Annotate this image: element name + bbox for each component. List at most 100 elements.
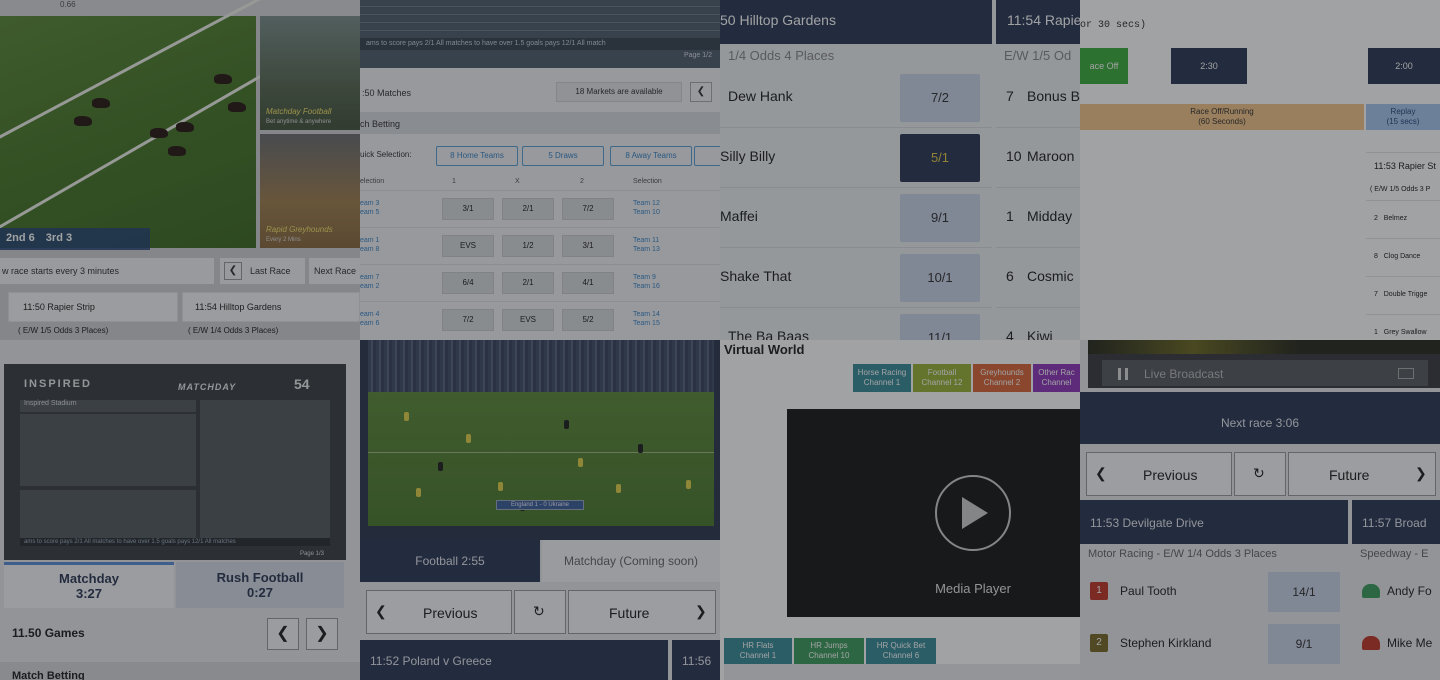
previous-button[interactable]: ❮ Previous [366,590,512,634]
col-header: 2 [580,178,584,185]
race-video[interactable]: 2nd 6 3rd 3 [0,0,273,250]
refresh-icon: ↻ [533,603,545,619]
runner-name: Dew Hank [728,88,793,104]
runner-row: Maffei 9/1 [720,188,992,248]
price-button[interactable]: 9/1 [1268,624,1340,664]
chevron-right-icon: ❯ [695,603,707,619]
match-betting-header: ch Betting [360,112,720,134]
odds-button[interactable]: EVS [502,309,554,331]
markets-button[interactable]: 18 Markets are available [556,82,682,102]
football-video[interactable]: England 1 - 0 Ukraine [360,340,720,540]
price-button[interactable]: 9/1 [900,194,980,242]
home-teams: eam 1 eam 8 [360,237,380,253]
price-button[interactable]: 14/1 [1268,572,1340,612]
next-race-countdown: Next race 3:06 [1080,392,1440,444]
entry-row[interactable]: 7 Double Trigge [1366,276,1440,314]
rider-name: Mike Me [1387,636,1433,650]
entry-row[interactable]: 8 Clog Dance [1366,238,1440,276]
odds-button[interactable]: 7/2 [562,198,614,220]
quick-home-button[interactable]: 8 Home Teams [436,146,518,166]
race-tab[interactable]: 11:50 Rapier Strip [8,292,178,322]
odds-button[interactable]: 3/1 [442,198,494,220]
future-button[interactable]: Future ❯ [1288,452,1436,496]
play-icon[interactable] [962,497,988,529]
entry-row[interactable]: 2 Belmez [1366,200,1440,238]
price-button[interactable]: 11/1 [900,314,980,340]
refresh-button[interactable]: ↻ [514,590,566,634]
horse [176,122,194,132]
race-category: Speedway - E [1360,548,1429,560]
thumb-sub: Bet anytime & anywhere [266,119,332,125]
channel-greyhounds[interactable]: Greyhounds Channel 2 [973,364,1031,392]
tab-rush-football[interactable]: Rush Football 0:27 [176,562,344,608]
future-label: Future [1329,467,1370,483]
screen-icon[interactable] [1398,368,1414,379]
runner-row: 1 Midday [996,188,1080,248]
race-header[interactable]: 11:54 Rapier [996,0,1080,44]
channel-hr-flats[interactable]: HR Flats Channel 1 [724,638,792,664]
quick-more-button[interactable] [694,146,720,166]
last-race-button[interactable]: ❮ Last Race [220,258,305,284]
chevron-left-icon[interactable]: ❮ [267,618,299,650]
odds-button[interactable]: 2/1 [502,272,554,294]
odds-button[interactable]: 1/2 [502,235,554,257]
tab-football[interactable]: Football 2:55 [360,540,540,582]
runner-name: Shake That [720,268,792,284]
race-off-band: Race Off/Running (60 Seconds) [1080,104,1364,130]
race-header[interactable]: 11:53 Devilgate Drive [1080,500,1348,544]
live-broadcast-label: Live Broadcast [1144,367,1224,381]
crowd [368,340,714,392]
odds-button[interactable]: 2/1 [502,198,554,220]
entry-row[interactable]: 1 Grey Swallow [1366,314,1440,340]
odds-button[interactable]: 5/2 [562,309,614,331]
channel-horse-racing[interactable]: Horse Racing Channel 1 [853,364,911,392]
race-name[interactable]: 11:53 Rapier St [1366,152,1440,178]
media-player[interactable]: Media Player [787,409,1080,617]
race-header[interactable]: 11:57 Broad [1352,500,1440,544]
price-button-selected[interactable]: 5/1 [900,134,980,182]
quick-draws-button[interactable]: 5 Draws [522,146,604,166]
match-header[interactable]: 11:56 [672,640,720,680]
race-schedule-tile: or 30 secs) ace Off 2:30 2:00 Race Off/R… [1080,0,1440,340]
channel-football[interactable]: Football Channel 12 [913,364,971,392]
odds-button[interactable]: 4/1 [562,272,614,294]
race-odds: ( E/W 1/4 Odds 3 Places) [188,326,279,335]
odds-button[interactable]: 7/2 [442,309,494,331]
live-broadcast-player[interactable]: Live Broadcast [1088,340,1440,388]
refresh-button[interactable]: ↻ [1234,452,1286,496]
quick-away-button[interactable]: 8 Away Teams [610,146,692,166]
scoreboard-graphic: ams to score pays 2/1 All matches to hav… [360,0,720,68]
home-teams: eam 3 eam 5 [360,200,380,216]
thumb-rapid-greyhounds[interactable]: Rapid Greyhounds Every 2 Mins [260,134,360,248]
race-odds: ( E/W 1/5 Odds 3 P [1370,186,1431,193]
pause-icon[interactable] [1118,368,1128,380]
race-header[interactable]: 50 Hilltop Gardens [720,0,992,44]
replay-band: Replay (15 secs) [1366,104,1440,130]
price-button[interactable]: 10/1 [900,254,980,302]
odds-button[interactable]: 3/1 [562,235,614,257]
race-tab[interactable]: 11:54 Hilltop Gardens [182,292,360,322]
channel-hr-jumps[interactable]: HR Jumps Channel 10 [794,638,864,664]
brand-logo: INSPIRED [24,378,92,390]
odds-button[interactable]: 6/4 [442,272,494,294]
match-header[interactable]: 11:52 Poland v Greece [360,640,668,680]
runner-row: The Ba Baas 11/1 [720,308,992,340]
thumb-matchday-football[interactable]: Matchday Football Bet anytime & anywhere [260,16,360,130]
games-title: 11.50 Games [12,626,85,640]
next-race-button[interactable]: Next Race [309,258,360,284]
channel-other-racing[interactable]: Other Rac Channel [1033,364,1080,392]
future-button[interactable]: Future ❯ [568,590,716,634]
rider-name: Andy Fo [1387,584,1432,598]
track-rail [0,0,273,149]
col-header: X [515,178,520,185]
previous-button[interactable]: ❮ Previous [1086,452,1232,496]
channel-hr-quick-bet[interactable]: HR Quick Bet Channel 6 [866,638,936,664]
tab-matchday[interactable]: Matchday 3:27 [4,562,174,608]
price-button[interactable]: 7/2 [900,74,980,122]
chevron-left-icon: ❮ [375,603,387,619]
tab-matchday[interactable]: Matchday (Coming soon) [542,540,720,582]
graphic-ticker: ams to score pays 2/1 All matches to hav… [20,538,330,546]
chevron-right-icon[interactable]: ❯ [306,618,338,650]
chevron-left-icon[interactable]: ❮ [690,82,712,102]
odds-button[interactable]: EVS [442,235,494,257]
